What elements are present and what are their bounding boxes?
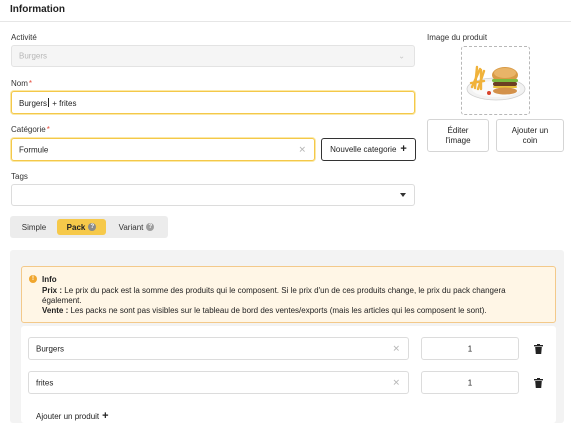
clear-icon[interactable]: ✕ (392, 377, 400, 388)
type-option-variant-label: Variant (118, 222, 144, 232)
nom-label: Nom* (11, 79, 32, 88)
tags-select[interactable] (11, 184, 415, 206)
info-icon: ! (29, 275, 37, 283)
info-vente-label: Vente : (42, 306, 69, 315)
help-icon[interactable]: ? (146, 223, 155, 231)
info-prix-label: Prix : (42, 286, 63, 295)
new-category-button-label: Nouvelle categorie (330, 145, 397, 154)
categorie-label: Catégorie* (11, 125, 50, 134)
pack-item-quantity-input[interactable]: 1 (421, 371, 519, 394)
required-mark: * (28, 79, 33, 88)
pack-item-quantity-value: 1 (467, 378, 473, 387)
plus-icon: + (400, 143, 407, 155)
categorie-value: Formule (19, 145, 49, 154)
product-type-selector: Simple Pack ? Variant ? (10, 216, 168, 238)
nom-label-text: Nom (11, 79, 28, 88)
type-option-variant[interactable]: Variant ? (109, 219, 164, 235)
categorie-label-text: Catégorie (11, 125, 46, 134)
pack-item-product-value: Burgers (36, 344, 65, 353)
burger-fries-image (466, 65, 526, 101)
add-corner-button-label: Ajouter un coin (512, 126, 548, 146)
info-vente-text: Les packs ne sont pas visibles sur le ta… (68, 306, 487, 315)
type-option-simple-label: Simple (21, 222, 47, 232)
trash-icon[interactable] (534, 344, 543, 354)
activite-select[interactable]: Burgers ⌄ (11, 45, 415, 67)
pack-item-quantity-input[interactable]: 1 (421, 337, 519, 360)
categorie-select[interactable]: Formule ✕ (11, 138, 315, 161)
edit-image-line2: l'image (445, 135, 471, 145)
tags-label: Tags (11, 172, 28, 181)
info-vente-line: Vente : Les packs ne sont pas visibles s… (42, 306, 487, 316)
pack-item-quantity-value: 1 (467, 344, 473, 353)
info-prix-line: Prix : Le prix du pack est la somme des … (42, 286, 506, 296)
nom-value-after: + frites (50, 98, 77, 108)
type-option-pack[interactable]: Pack ? (57, 219, 106, 235)
help-icon[interactable]: ? (88, 223, 97, 231)
info-box: ! Info Prix : Le prix du pack est la som… (21, 266, 556, 323)
clear-icon[interactable]: ✕ (392, 343, 400, 354)
nom-input[interactable]: Burgers + frites (11, 91, 415, 114)
info-prix-line-2: également. (42, 296, 82, 305)
edit-image-button-label: Éditer l'image (445, 126, 470, 146)
product-image-dropzone[interactable] (461, 46, 530, 115)
activite-value: Burgers (19, 51, 48, 61)
section-title: Information (10, 4, 65, 15)
info-prix-text: Le prix du pack est la somme des produit… (62, 286, 506, 295)
activite-label: Activité (11, 33, 37, 42)
new-category-button[interactable]: Nouvelle categorie + (321, 138, 416, 161)
type-option-pack-label: Pack (66, 222, 86, 232)
image-label: Image du produit (427, 33, 488, 42)
add-corner-line1: Ajouter un (511, 125, 549, 135)
edit-image-button[interactable]: Éditer l'image (427, 119, 489, 152)
plus-icon: + (102, 410, 109, 422)
text-cursor (48, 97, 50, 107)
nom-value: Burgers + frites (19, 97, 77, 108)
edit-image-line1: Éditer (447, 125, 469, 135)
pack-item-product-select[interactable]: frites ✕ (28, 371, 409, 394)
type-option-simple[interactable]: Simple (14, 219, 54, 235)
chevron-down-icon: ⌄ (398, 51, 405, 61)
add-corner-line2: coin (522, 135, 538, 145)
add-product-button[interactable]: Ajouter un produit + (36, 411, 109, 422)
dropdown-arrow-icon (400, 193, 406, 197)
required-mark: * (46, 125, 50, 134)
trash-icon[interactable] (534, 378, 543, 388)
pack-item-product-select[interactable]: Burgers ✕ (28, 337, 409, 360)
pack-item-product-value: frites (36, 378, 54, 387)
nom-value-before: Burgers (19, 98, 48, 108)
section-header: Information (0, 0, 571, 22)
add-product-label: Ajouter un produit (36, 412, 100, 421)
clear-icon[interactable]: ✕ (298, 144, 306, 155)
info-title: Info (42, 275, 57, 284)
add-corner-button[interactable]: Ajouter un coin (496, 119, 564, 152)
